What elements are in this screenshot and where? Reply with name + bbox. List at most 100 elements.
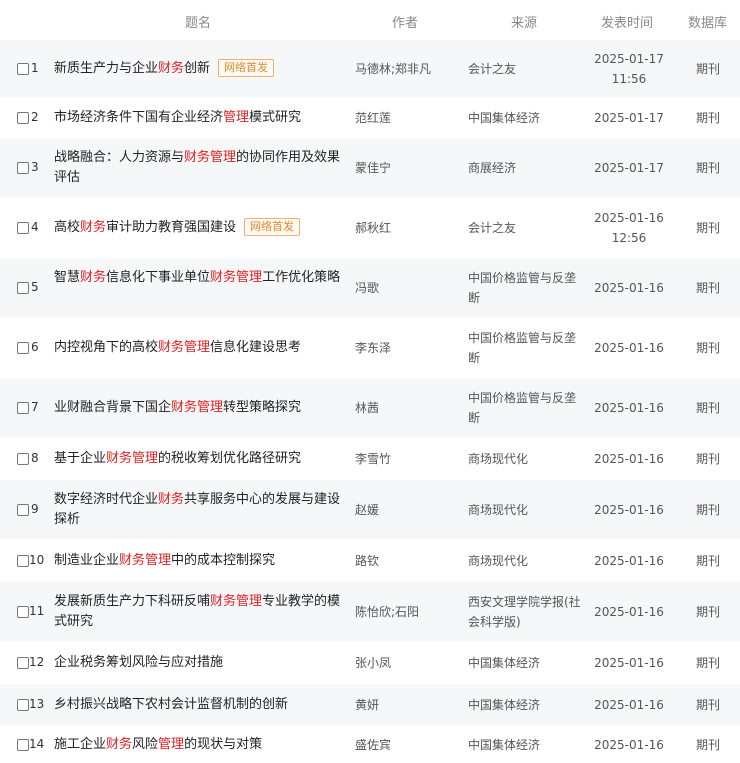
table-row: 12 企业税务筹划风险与应对措施 张小凤 中国集体经济 2025-01-16 期刊 [0,642,740,684]
table-row: 5 智慧财务信息化下事业单位财务管理工作优化策略 冯歌 中国价格监管与反垄断 2025-… [0,258,740,318]
row-source-link[interactable]: 中国集体经济 [468,735,583,755]
row-number: 14 [29,736,45,751]
row-title-link[interactable]: 企业税务筹划风险与应对措施 [54,653,348,673]
row-source-link[interactable]: 商场现代化 [468,449,583,469]
row-source-link[interactable]: 中国价格监管与反垄断 [468,388,583,428]
row-source-link[interactable]: 中国价格监管与反垄断 [468,328,583,368]
row-title-link[interactable]: 施工企业财务风险管理的现状与对策 [54,735,348,755]
title-keyword-highlight: 财务 [106,736,133,752]
title-keyword-highlight: 财务 [80,220,107,235]
row-number: 1 [31,61,39,75]
row-title-link[interactable]: 数字经济时代企业财务共享服务中心的发展与建设探析 [54,490,348,530]
row-author-link[interactable]: 蒙佳宁 [355,158,460,178]
row-title-link[interactable]: 基于企业财务管理的税收筹划优化路径研究 [54,449,348,469]
header-source[interactable]: 来源 [511,12,537,31]
row-number: 9 [31,502,39,516]
row-database: 期刊 [695,111,720,125]
row-checkbox[interactable] [17,738,29,751]
row-author-link[interactable]: 李东泽 [355,338,460,358]
title-keyword-highlight: 财务管理 [171,400,224,415]
row-author-link[interactable]: 郝秋红 [355,218,460,238]
row-source-link[interactable]: 中国集体经济 [468,695,583,715]
row-date: 2025-01-16 [594,452,664,466]
row-author-link[interactable]: 赵媛 [355,500,460,520]
row-title-link[interactable]: 高校财务审计助力教育强国建设 网络首发 [54,218,348,238]
row-database: 期刊 [695,698,720,712]
online-first-badge: 网络首发 [244,218,301,236]
table-row: 8 基于企业财务管理的税收筹划优化路径研究 李雪竹 商场现代化 2025-01-16 期刊 [0,438,740,480]
row-author-link[interactable]: 盛佐宾 [355,735,460,755]
row-checkbox[interactable] [17,112,29,124]
row-title-link[interactable]: 内控视角下的高校财务管理信息化建设思考 [54,338,348,358]
row-source-link[interactable]: 商场现代化 [468,500,583,520]
row-date: 2025-01-16 [594,281,664,295]
row-title-link[interactable]: 制造业企业财务管理中的成本控制探究 [54,551,348,571]
row-author-link[interactable]: 冯歌 [355,278,460,298]
row-title-link[interactable]: 新质生产力与企业财务创新 网络首发 [54,59,348,79]
row-source-link[interactable]: 中国集体经济 [468,653,583,673]
header-date[interactable]: 发表时间 [601,12,653,31]
row-title-link[interactable]: 市场经济条件下国有企业经济管理模式研究 [54,108,348,128]
row-database: 期刊 [695,452,720,466]
table-row: 6 内控视角下的高校财务管理信息化建设思考 李东泽 中国价格监管与反垄断 2025-01… [0,318,740,378]
row-checkbox[interactable] [17,453,29,465]
row-database: 期刊 [695,401,720,415]
title-text: 信息化下事业单位 [106,270,211,285]
header-title[interactable]: 题名 [185,12,211,31]
row-date: 2025-01-16 12:56 [594,211,664,245]
row-source-link[interactable]: 中国集体经济 [468,108,583,128]
row-author-link[interactable]: 范红莲 [355,108,460,128]
row-source-link[interactable]: 商场现代化 [468,551,583,571]
row-source-link[interactable]: 会计之友 [468,59,583,79]
header-author[interactable]: 作者 [392,12,418,31]
row-checkbox[interactable] [17,63,29,75]
row-source-link[interactable]: 西安文理学院学报(社会科学版) [468,592,583,632]
row-checkbox[interactable] [17,222,29,234]
row-database: 期刊 [695,503,720,517]
row-checkbox[interactable] [17,699,29,711]
title-keyword-highlight: 管理 [158,736,185,752]
row-number: 7 [31,400,39,414]
row-author-link[interactable]: 陈怡欣;石阳 [355,602,460,622]
online-first-badge: 网络首发 [218,59,275,77]
title-keyword-highlight: 财务 [158,61,185,76]
row-checkbox[interactable] [17,402,29,414]
row-database: 期刊 [695,656,720,670]
row-checkbox[interactable] [17,342,29,354]
row-checkbox[interactable] [17,606,29,618]
row-checkbox[interactable] [17,162,29,174]
row-author-link[interactable]: 张小凤 [355,653,460,673]
row-checkbox[interactable] [17,657,29,669]
row-database: 期刊 [695,605,720,619]
table-row: 11 发展新质生产力下科研反哺财务管理专业教学的模式研究 陈怡欣;石阳 西安文理学院学… [0,582,740,642]
row-author-link[interactable]: 林茜 [355,398,460,418]
title-keyword-highlight: 财务 [80,270,107,285]
row-number: 12 [29,655,45,669]
row-checkbox[interactable] [17,555,29,567]
title-keyword-highlight: 财务管理 [210,594,263,609]
table-row: 10 制造业企业财务管理中的成本控制探究 路钦 商场现代化 2025-01-16 期刊 [0,540,740,582]
row-title-link[interactable]: 智慧财务信息化下事业单位财务管理工作优化策略 [54,268,348,288]
row-checkbox[interactable] [17,282,29,294]
row-author-link[interactable]: 马德林;郑非凡 [355,59,460,79]
row-number: 10 [29,553,45,567]
row-checkbox[interactable] [17,504,29,516]
row-title-link[interactable]: 战略融合：人力资源与财务管理的协同作用及效果评估 [54,148,348,188]
row-author-link[interactable]: 路钦 [355,551,460,571]
title-text: 智慧 [54,270,81,285]
row-source-link[interactable]: 商展经济 [468,158,583,178]
header-database[interactable]: 数据库 [688,12,727,31]
row-title-link[interactable]: 乡村振兴战略下农村会计监督机制的创新 [54,695,348,715]
row-author-link[interactable]: 黄妍 [355,695,460,715]
row-source-link[interactable]: 会计之友 [468,218,583,238]
row-title-link[interactable]: 业财融合背景下国企财务管理转型策略探究 [54,398,348,418]
row-source-link[interactable]: 中国价格监管与反垄断 [468,268,583,308]
row-date: 2025-01-16 [594,554,664,568]
row-number: 2 [31,110,39,124]
row-author-link[interactable]: 李雪竹 [355,449,460,469]
row-title-link[interactable]: 发展新质生产力下科研反哺财务管理专业教学的模式研究 [54,592,348,632]
table-row: 14 施工企业财务风险管理的现状与对策 盛佐宾 中国集体经济 2025-01-16 期刊 [0,726,740,763]
table-row: 3 战略融合：人力资源与财务管理的协同作用及效果评估 蒙佳宁 商展经济 2025-01-… [0,138,740,198]
title-text: 中的成本控制探究 [171,553,276,568]
row-database: 期刊 [695,62,720,76]
